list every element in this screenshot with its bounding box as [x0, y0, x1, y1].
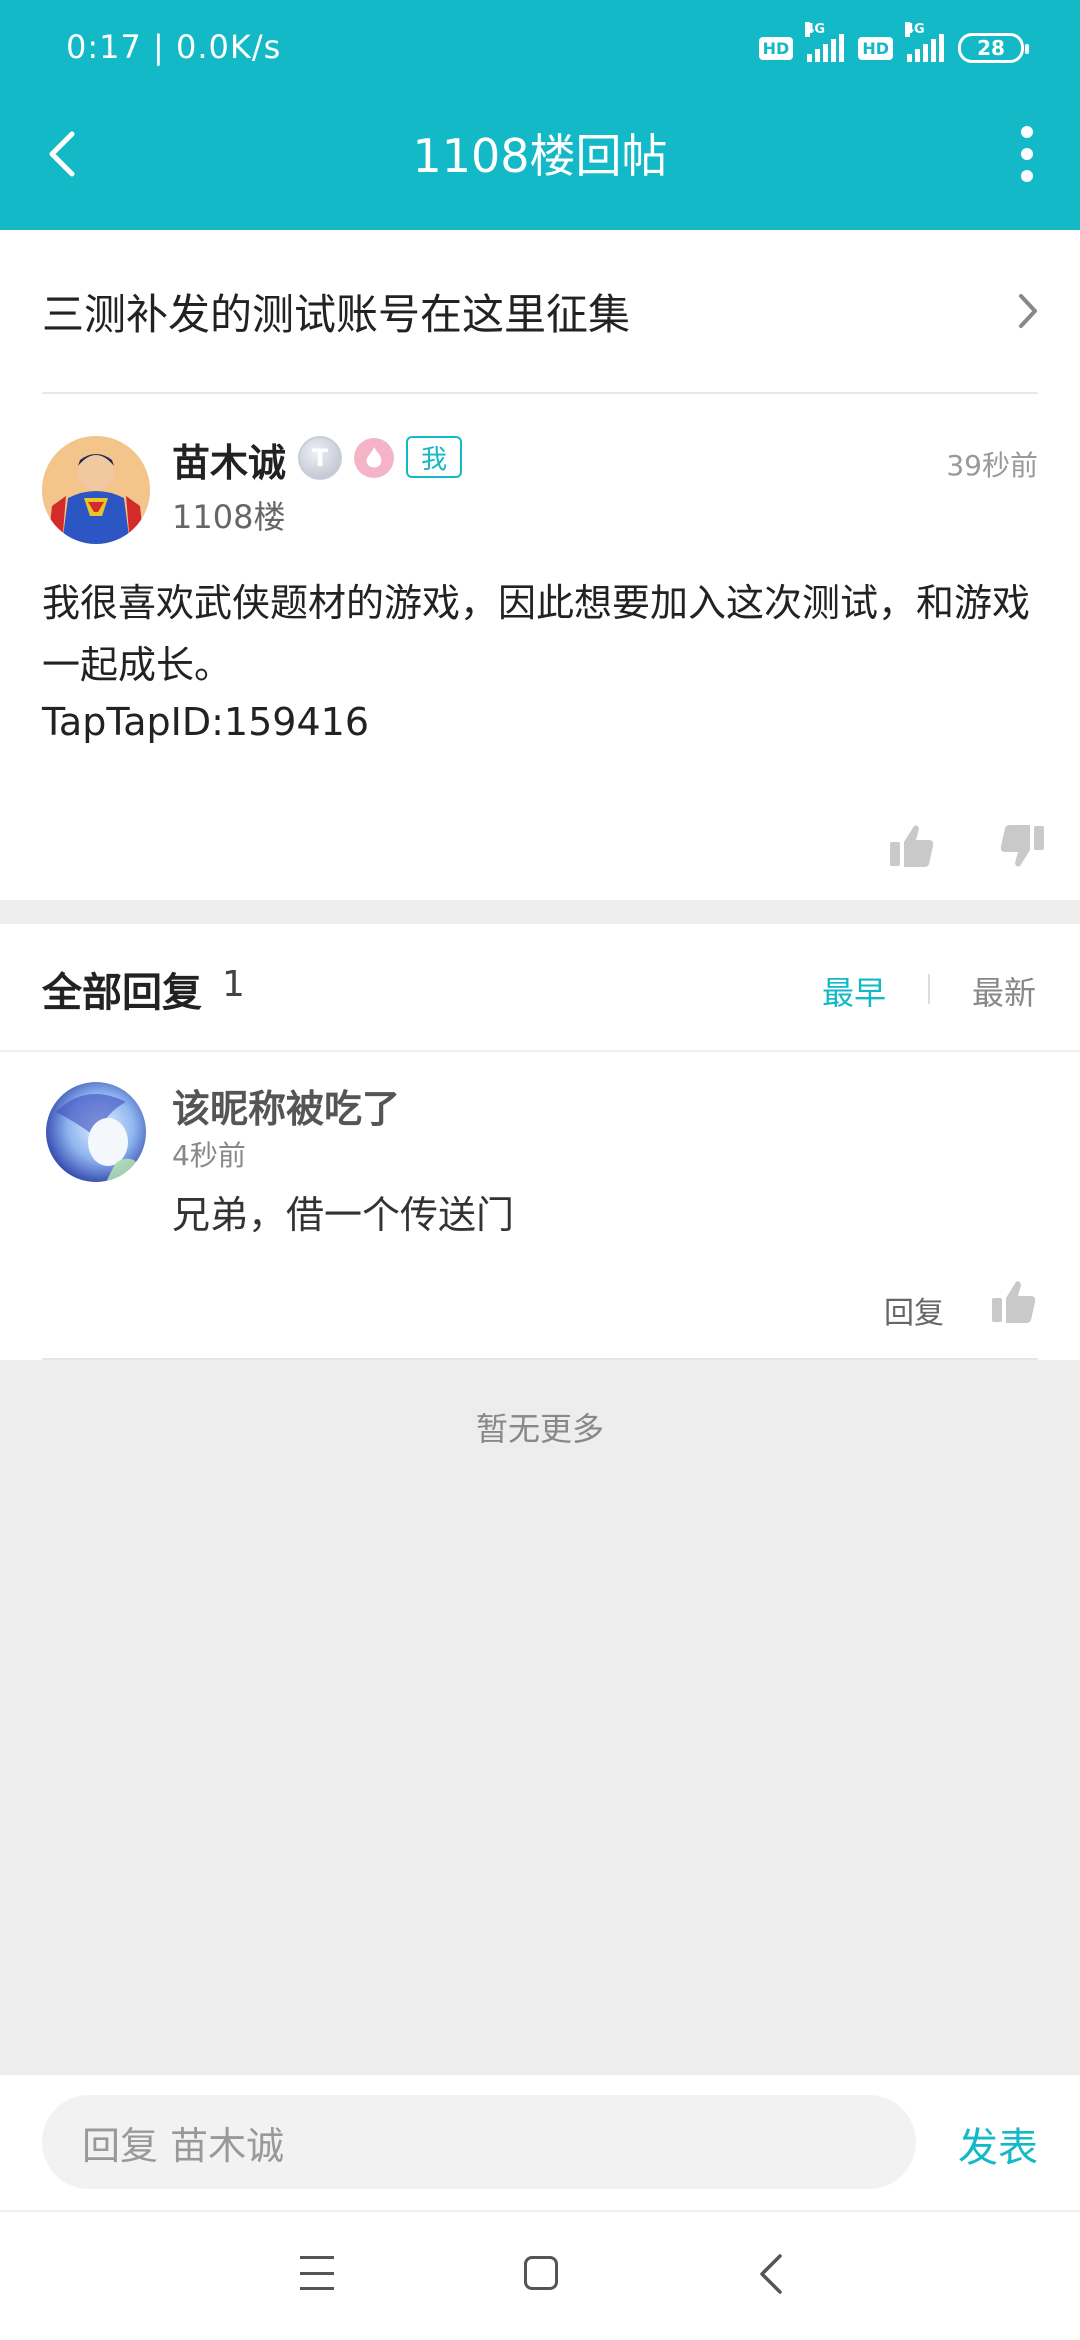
more-options-button[interactable] [1012, 126, 1042, 182]
status-bar: 0:17 | 0.0K/s HD 4G HD 4G 28 [0, 0, 1080, 96]
signal-icon: 4G [905, 22, 944, 62]
dislike-button[interactable] [996, 820, 1048, 872]
reply-input-bar: 回复 苗木诚 发表 [0, 2074, 1080, 2210]
fire-badge-icon [354, 438, 394, 478]
thumbs-up-icon [992, 1281, 1036, 1323]
post-card: 三测补发的测试账号在这里征集 苗木诚 T 我 39秒前 1108楼 我很喜欢武侠… [0, 230, 1080, 900]
sort-divider [928, 974, 930, 1004]
top-header: 0:17 | 0.0K/s HD 4G HD 4G 28 1108楼回帖 [0, 0, 1080, 230]
status-time: 0:17 | 0.0K/s [66, 28, 282, 66]
superman-avatar-icon [42, 436, 150, 544]
no-more-text: 暂无更多 [475, 1410, 604, 1448]
battery-icon: 28 [958, 33, 1029, 63]
navbar: 1108楼回帖 [0, 96, 1080, 230]
anime-avatar-icon [46, 1082, 146, 1182]
reply-divider [42, 1358, 1038, 1360]
page-title: 1108楼回帖 [412, 129, 668, 183]
publish-button[interactable]: 发表 [958, 2115, 1038, 2173]
home-icon[interactable] [524, 2256, 558, 2290]
hd-icon: HD [758, 36, 794, 60]
reply-time: 4秒前 [172, 1139, 246, 1172]
system-nav-bar [0, 2210, 1080, 2340]
thumbs-down-icon [1000, 825, 1044, 867]
network-type-label: 4G [805, 22, 826, 37]
like-button[interactable] [886, 820, 938, 872]
floor-number: 1108楼 [172, 498, 286, 536]
me-tag: 我 [406, 436, 462, 478]
thread-link[interactable]: 三测补发的测试账号在这里征集 [42, 230, 1038, 394]
battery-level: 28 [977, 36, 1005, 60]
reply-button[interactable]: 回复 [884, 1288, 944, 1332]
signal-icon: 4G [805, 22, 845, 62]
more-dot-icon [1021, 170, 1033, 182]
replies-section: 全部回复 1 最早 最新 该昵称被吃了 4秒前 兄弟，借一个传送门 回复 [0, 924, 1080, 1360]
avatar[interactable] [42, 436, 150, 544]
chevron-right-icon [1019, 294, 1037, 328]
post-taptap-id: TapTapID:159416 [42, 700, 369, 744]
reply-input[interactable]: 回复 苗木诚 [42, 2095, 916, 2189]
post-time: 39秒前 [946, 449, 1038, 482]
author-name[interactable]: 苗木诚 [172, 432, 286, 487]
network-type-label: 4G [905, 22, 925, 37]
reply-avatar[interactable] [46, 1082, 146, 1182]
post-body: 我很喜欢武侠题材的游戏，因此想要加入这次测试，和游戏一起成长。 [42, 581, 1031, 687]
level-badge-icon: T [298, 436, 342, 480]
sort-newest-tab[interactable]: 最新 [972, 968, 1036, 1014]
more-dot-icon [1021, 126, 1033, 138]
status-icons: HD 4G HD 4G 28 [758, 22, 1029, 66]
reply-like-button[interactable] [988, 1276, 1040, 1328]
replies-title: 全部回复 [42, 970, 202, 1016]
more-dot-icon [1021, 148, 1033, 160]
reply-text: 兄弟，借一个传送门 [172, 1193, 515, 1237]
system-back-icon[interactable] [752, 2252, 792, 2296]
thumbs-up-icon [890, 825, 934, 867]
replies-count: 1 [222, 964, 245, 1005]
hd-icon: HD [858, 36, 893, 60]
recent-apps-icon[interactable] [300, 2256, 334, 2290]
thread-title: 三测补发的测试账号在这里征集 [42, 289, 631, 339]
replies-header: 全部回复 1 最早 最新 [0, 924, 1080, 1052]
reply-author-name[interactable]: 该昵称被吃了 [172, 1078, 400, 1133]
sort-earliest-tab[interactable]: 最早 [822, 968, 886, 1014]
